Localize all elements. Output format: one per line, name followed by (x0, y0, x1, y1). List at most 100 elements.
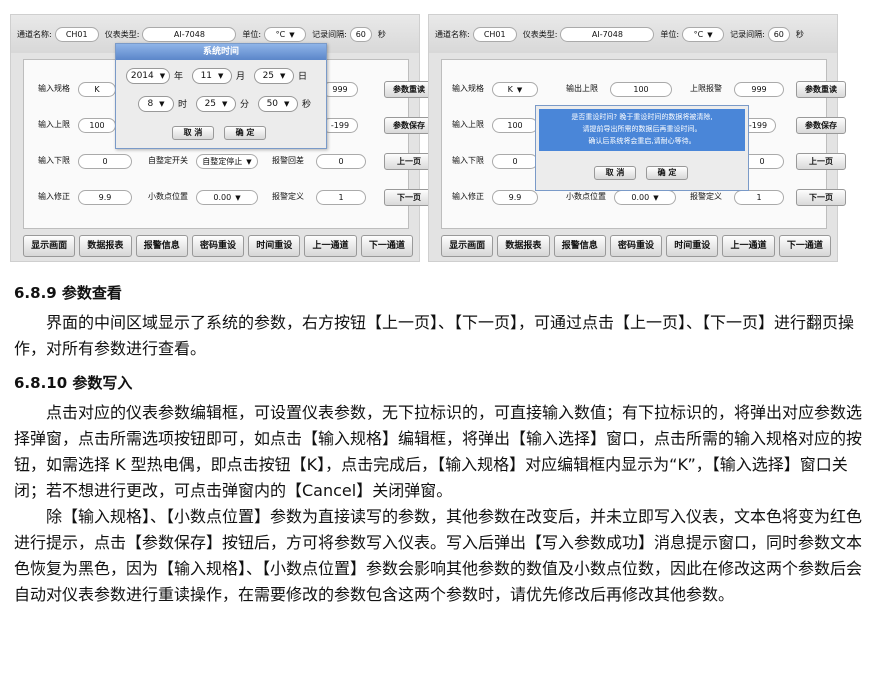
interval-unit: 秒 (377, 29, 386, 39)
param-right-value[interactable]: -199 (322, 118, 358, 133)
confirm-dialog: 是否重设时间? 晚于重设时间的数据将被清除, 请提前导出所需的数据后再重设时间。… (535, 105, 749, 191)
second-unit: 秒 (302, 100, 312, 110)
param-value[interactable]: 100 (492, 118, 538, 133)
interval-field[interactable]: 60 (767, 26, 790, 42)
param-right-value[interactable]: 1 (734, 190, 784, 205)
hour-unit: 时 (178, 100, 188, 110)
save-params-button[interactable]: 参数保存 (796, 117, 846, 134)
param-value[interactable]: 9.9 (492, 190, 538, 205)
right-screenshot: 通道名称: CH01 仪表类型: AI-7048 单位: °C 记录间隔: 60… (428, 14, 846, 262)
param-right-label: 报警定义 (272, 192, 304, 201)
param-value[interactable]: 9.9 (78, 190, 132, 205)
dialog-ok-button[interactable]: 确 定 (224, 126, 266, 140)
confirm-line: 确认后系统将会重启,请耐心等待。 (588, 137, 696, 145)
year-unit: 年 (174, 72, 184, 82)
param-label: 输入下限 (452, 156, 484, 165)
param-mid-select[interactable]: 0.00 (196, 190, 258, 205)
screenshots: 通道名称: CH01 仪表类型: AI-7048 单位: °C 记录间隔: 60… (10, 14, 846, 262)
channel-field[interactable]: CH01 (472, 26, 517, 42)
paragraph: 点击对应的仪表参数编辑框，可设置仪表参数，无下拉标识的，可直接输入数值；有下拉标… (14, 403, 863, 500)
param-mid-value[interactable]: 100 (610, 82, 672, 97)
reread-button[interactable]: 参数重读 (384, 81, 434, 98)
param-mid-select[interactable]: 0.00 (614, 190, 676, 205)
month-unit: 月 (236, 72, 246, 82)
next-channel-button[interactable]: 下一通道 (778, 235, 831, 257)
param-right-label: 报警回差 (272, 156, 304, 165)
reset-time-button[interactable]: 时间重设 (666, 235, 719, 257)
prev-page-button[interactable]: 上一页 (796, 153, 846, 170)
month-select[interactable]: 11 (192, 68, 232, 84)
param-label: 输入规格 (452, 84, 484, 93)
param-select[interactable]: K (492, 82, 538, 97)
param-value[interactable]: 0 (492, 154, 538, 169)
param-mid-label: 输出上限 (566, 84, 598, 93)
reread-button[interactable]: 参数重读 (796, 81, 846, 98)
section-heading: 6.8.9 参数查看 (14, 284, 122, 302)
param-right-value[interactable]: 999 (734, 82, 784, 97)
system-time-dialog: 系统时间 2014 年 11 月 25 日 8 时 25 分 50 秒 取 消 … (115, 43, 327, 149)
interval-label: 记录间隔: (730, 29, 765, 39)
param-mid-label: 小数点位置 (148, 192, 188, 201)
param-row: 输入修正 9.9 小数点位置 0.00 报警定义 1 (442, 188, 828, 208)
type-field[interactable]: AI-7048 (560, 26, 655, 42)
param-right-label: 报警定义 (690, 192, 722, 201)
minute-select[interactable]: 25 (196, 96, 236, 112)
param-row: 输入规格 K 输出上限 100 上限报警 999 (442, 80, 828, 100)
type-label: 仪表类型: (104, 29, 140, 39)
type-label: 仪表类型: (522, 29, 558, 39)
param-right-label: 上限报警 (690, 84, 722, 93)
channel-label: 通道名称: (435, 29, 470, 39)
reset-password-button[interactable]: 密码重设 (191, 235, 245, 257)
reset-password-button[interactable]: 密码重设 (609, 235, 663, 257)
dialog-cancel-button[interactable]: 取 消 (172, 126, 214, 140)
prev-channel-button[interactable]: 上一通道 (304, 235, 357, 257)
bottom-toolbar: 显示画面 数据报表 报警信息 密码重设 时间重设 上一通道 下一通道 (23, 235, 413, 259)
param-label: 输入修正 (38, 192, 70, 201)
param-mid-label: 小数点位置 (566, 192, 606, 201)
param-value[interactable]: 100 (78, 118, 116, 133)
alarm-info-button[interactable]: 报警信息 (135, 235, 188, 257)
param-row: 输入下限 0 自整定开关 自整定停止 报警回差 0 (24, 152, 410, 172)
param-right-value[interactable]: 1 (316, 190, 366, 205)
confirm-message: 是否重设时间? 晚于重设时间的数据将被清除, 请提前导出所需的数据后再重设时间。… (539, 109, 745, 151)
channel-field[interactable]: CH01 (54, 26, 99, 42)
next-page-button[interactable]: 下一页 (796, 189, 846, 206)
interval-label: 记录间隔: (312, 29, 347, 39)
param-value[interactable]: K (78, 82, 116, 97)
param-right-value[interactable]: 999 (322, 82, 358, 97)
next-channel-button[interactable]: 下一通道 (360, 235, 413, 257)
alarm-info-button[interactable]: 报警信息 (553, 235, 606, 257)
display-screen-button[interactable]: 显示画面 (23, 235, 76, 257)
param-mid-select[interactable]: 自整定停止 (196, 154, 258, 169)
day-unit: 日 (298, 72, 308, 82)
param-label: 输入上限 (38, 120, 70, 129)
data-report-button[interactable]: 数据报表 (497, 235, 550, 257)
param-label: 输入下限 (38, 156, 70, 165)
day-select[interactable]: 25 (254, 68, 294, 84)
confirm-ok-button[interactable]: 确 定 (646, 166, 688, 180)
param-label: 输入规格 (38, 84, 70, 93)
interval-field[interactable]: 60 (349, 26, 372, 42)
unit-select[interactable]: °C (682, 26, 725, 42)
top-bar: 通道名称: CH01 仪表类型: AI-7048 单位: °C 记录间隔: 60… (429, 15, 837, 53)
type-field[interactable]: AI-7048 (142, 26, 237, 42)
prev-page-button[interactable]: 上一页 (384, 153, 434, 170)
confirm-cancel-button[interactable]: 取 消 (594, 166, 636, 180)
channel-label: 通道名称: (17, 29, 52, 39)
save-params-button[interactable]: 参数保存 (384, 117, 434, 134)
left-screenshot: 通道名称: CH01 仪表类型: AI-7048 单位: °C 记录间隔: 60… (10, 14, 434, 262)
paragraph: 除【输入规格】、【小数点位置】参数为直接读写的参数，其他参数在改变后，并未立即写… (14, 507, 863, 604)
reset-time-button[interactable]: 时间重设 (248, 235, 301, 257)
param-value[interactable]: 0 (78, 154, 132, 169)
hour-select[interactable]: 8 (138, 96, 174, 112)
unit-select[interactable]: °C (264, 26, 307, 42)
second-select[interactable]: 50 (258, 96, 298, 112)
year-select[interactable]: 2014 (126, 68, 170, 84)
unit-label: 单位: (660, 29, 680, 39)
paragraph: 界面的中间区域显示了系统的参数，右方按钮【上一页】、【下一页】，可通过点击【上一… (14, 313, 855, 358)
display-screen-button[interactable]: 显示画面 (441, 235, 494, 257)
data-report-button[interactable]: 数据报表 (79, 235, 132, 257)
next-page-button[interactable]: 下一页 (384, 189, 434, 206)
param-right-value[interactable]: 0 (316, 154, 366, 169)
prev-channel-button[interactable]: 上一通道 (722, 235, 775, 257)
